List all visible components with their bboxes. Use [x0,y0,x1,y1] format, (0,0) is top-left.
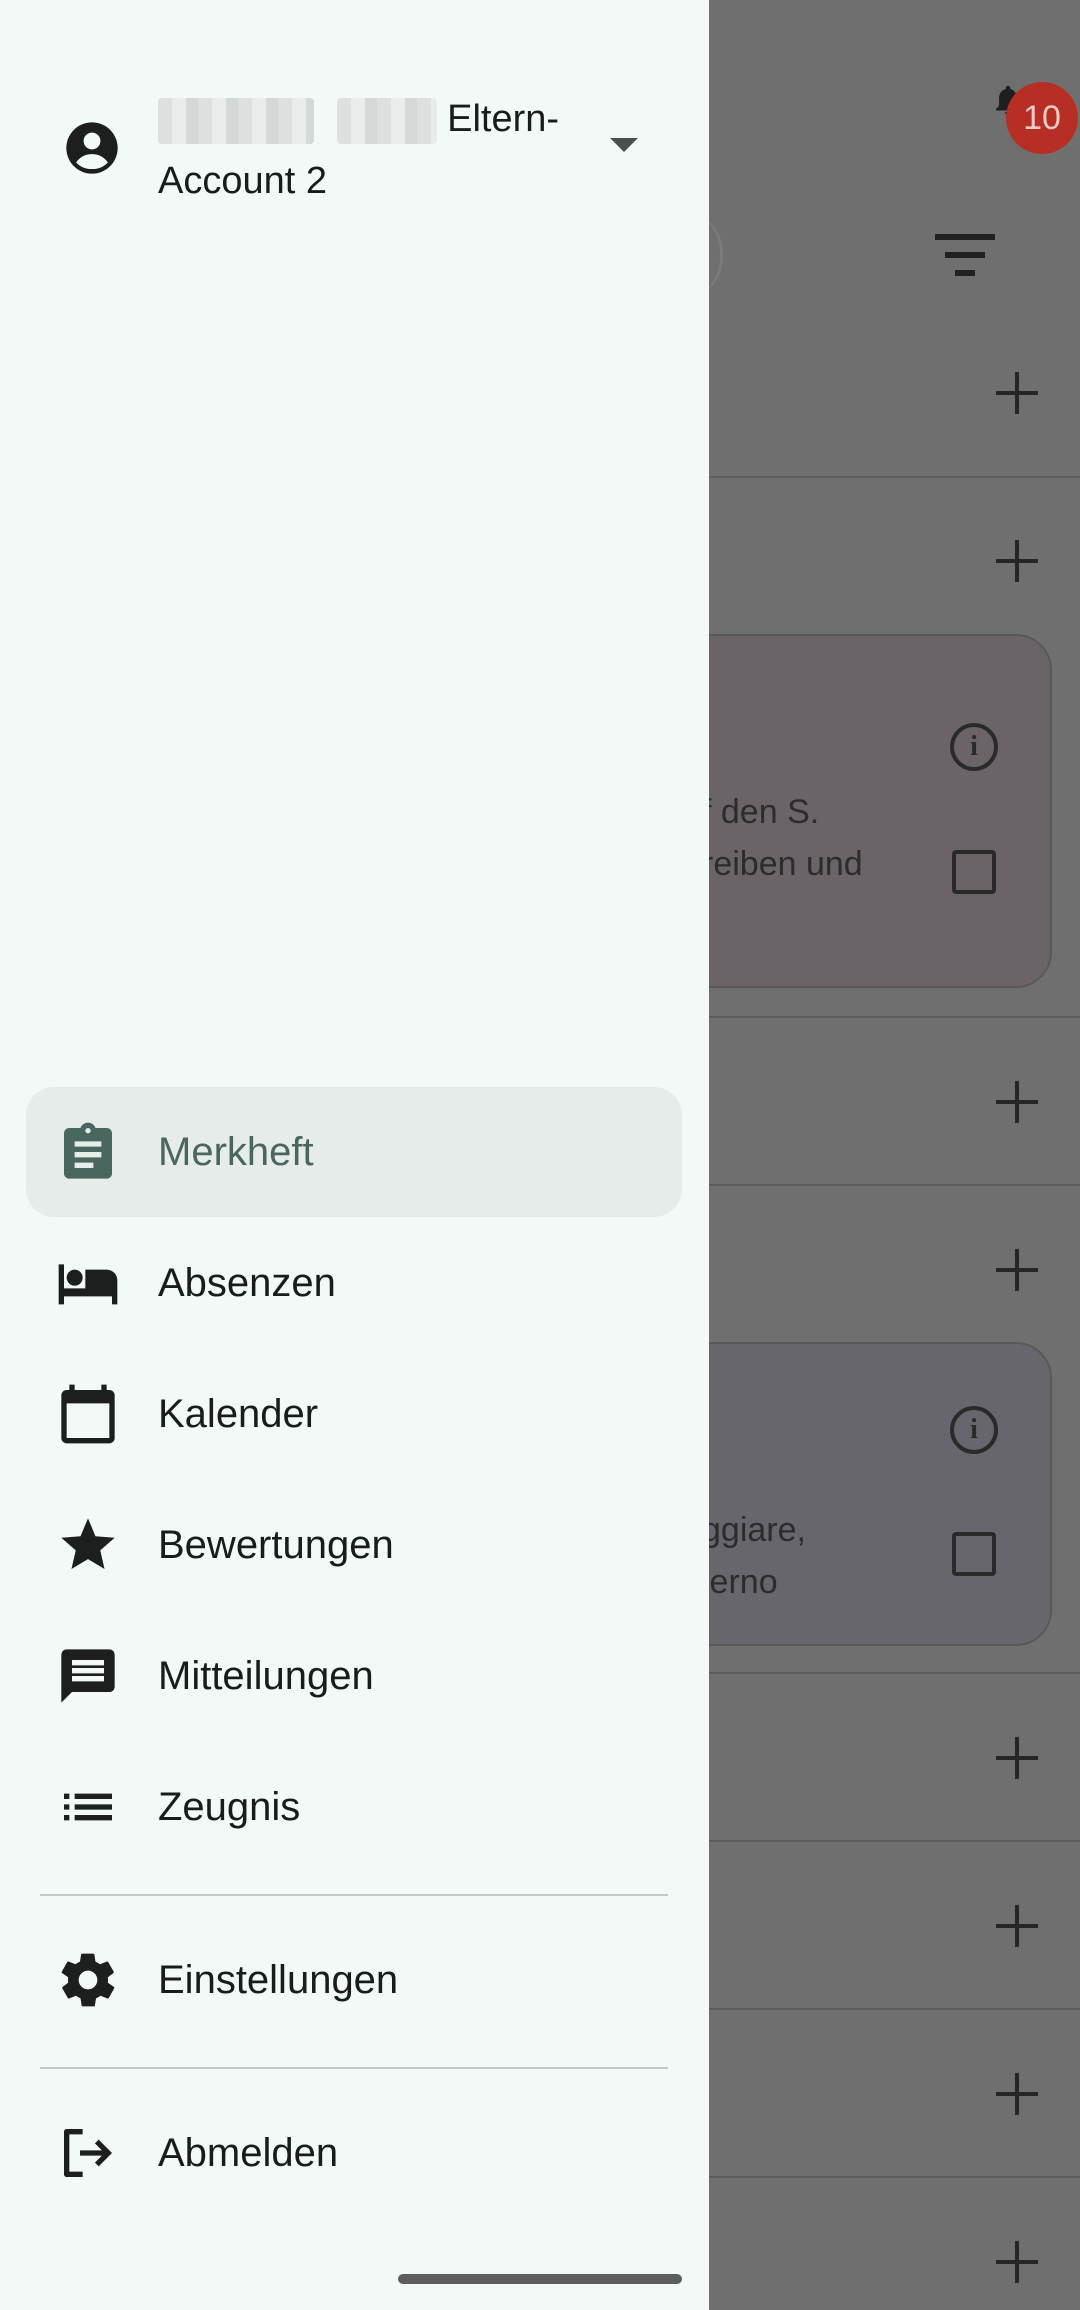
nav-item-einstellungen[interactable]: Einstellungen [26,1915,682,2045]
nav-item-absenzen[interactable]: Absenzen [26,1218,682,1348]
nav-label: Zeugnis [158,1785,301,1829]
add-icon [992,2237,1042,2287]
account-circle-icon [66,122,118,174]
gesture-navigation-bar[interactable] [398,2274,682,2284]
add-icon [992,1245,1042,1295]
row-divider [700,1840,1080,1842]
nav-label: Mitteilungen [158,1654,374,1698]
card-text-line: reiben und [702,845,863,883]
drawer-divider [40,1894,668,1896]
nav-item-merkheft[interactable]: Merkheft [26,1087,682,1217]
nav-item-mitteilungen[interactable]: Mitteilungen [26,1611,682,1741]
clipboard-icon [64,1122,112,1179]
row-divider [700,1672,1080,1674]
add-icon [992,1901,1042,1951]
filter-icon [935,234,995,276]
nav-item-zeugnis[interactable]: Zeugnis [26,1742,682,1872]
add-icon [992,1733,1042,1783]
nav-item-kalender[interactable]: Kalender [26,1349,682,1479]
checkbox [952,1532,996,1576]
account-name-suffix: Eltern- [447,98,560,140]
calendar-icon [61,1384,115,1444]
add-icon [992,2069,1042,2119]
redacted-name [336,97,437,144]
notification-count-badge: 10 [1006,82,1078,154]
account-name: Eltern- Account 2 [158,88,598,212]
logout-icon [64,2129,112,2177]
message-icon [61,1649,115,1703]
drawer-divider [40,2067,668,2069]
nav-label: Merkheft [158,1130,314,1174]
nav-label: Absenzen [158,1261,336,1305]
account-name-line2: Account 2 [158,160,327,202]
row-divider [700,476,1080,478]
add-icon [992,368,1042,418]
card-text-line: lerno [702,1563,778,1601]
redacted-name [158,97,314,144]
nav-item-abmelden[interactable]: Abmelden [26,2088,682,2218]
add-icon [992,536,1042,586]
row-divider [700,1184,1080,1186]
card-text-line: f den S. [702,793,820,831]
bed-icon [58,1264,118,1305]
row-divider [700,2008,1080,2010]
gear-icon [61,1953,115,2007]
info-icon: i [950,1406,998,1454]
row-divider [700,2176,1080,2178]
nav-label: Abmelden [158,2131,339,2175]
nav-label: Einstellungen [158,1958,399,2002]
card-text-line: ggiare, [702,1511,806,1549]
info-icon: i [950,723,998,771]
star-icon [61,1518,115,1569]
row-divider [700,1016,1080,1018]
nav-item-bewertungen[interactable]: Bewertungen [26,1480,682,1610]
chevron-down-icon[interactable] [610,138,638,152]
nav-label: Bewertungen [158,1523,394,1567]
navigation-drawer: Eltern- Account 2 Merkheft Absenzen Kale… [0,0,709,2310]
nav-label: Kalender [158,1392,319,1436]
add-icon [992,1077,1042,1127]
checkbox [952,850,996,894]
list-icon [64,1793,112,1821]
